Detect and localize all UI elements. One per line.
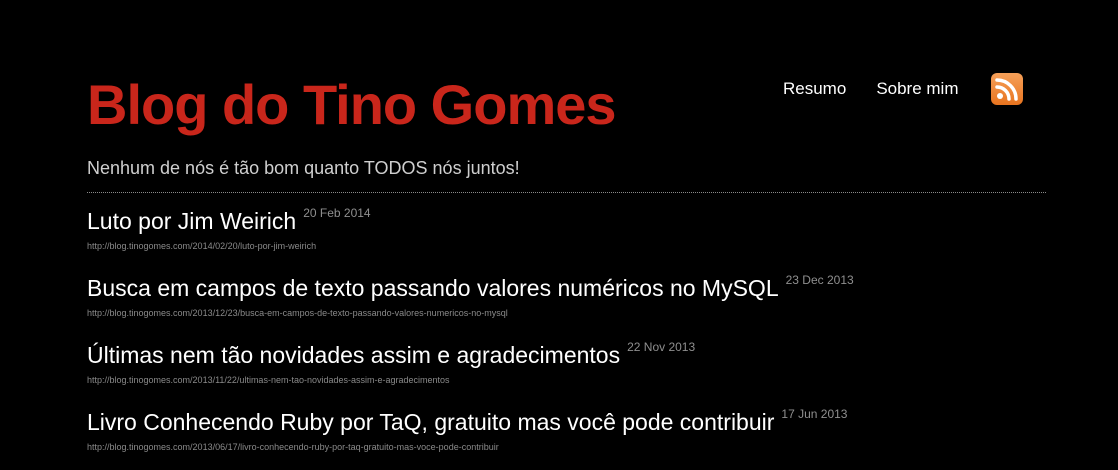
- top-nav: Resumo Sobre mim: [783, 73, 1023, 105]
- post-url: http://blog.tinogomes.com/2013/12/23/bus…: [87, 308, 508, 318]
- blog-tagline: Nenhum de nós é tão bom quanto TODOS nós…: [87, 158, 520, 178]
- list-item: Últimas nem tão novidades assim e agrade…: [87, 339, 1077, 406]
- rss-feed-icon[interactable]: [990, 73, 1023, 105]
- blog-title[interactable]: Blog do Tino Gomes: [87, 70, 617, 140]
- post-url: http://blog.tinogomes.com/2014/02/20/lut…: [87, 241, 317, 251]
- post-title-row: Últimas nem tão novidades assim e agrade…: [87, 339, 1077, 371]
- post-date: 22 Nov 2013: [627, 340, 696, 354]
- post-title-link[interactable]: Últimas nem tão novidades assim e agrade…: [87, 339, 620, 371]
- post-title-link[interactable]: Luto por Jim Weirich: [87, 205, 296, 237]
- list-item: Busca em campos de texto passando valore…: [87, 272, 1077, 339]
- post-title-link[interactable]: Livro Conhecendo Ruby por TaQ, gratuito …: [87, 406, 774, 438]
- rss-glyph: [994, 78, 1018, 101]
- post-title-row: Livro Conhecendo Ruby por TaQ, gratuito …: [87, 406, 1077, 438]
- post-list: Luto por Jim Weirich 20 Feb 2014 http://…: [87, 205, 1077, 470]
- header-divider: [87, 192, 1046, 193]
- list-item: Luto por Jim Weirich 20 Feb 2014 http://…: [87, 205, 1077, 272]
- list-item: Livro Conhecendo Ruby por TaQ, gratuito …: [87, 406, 1077, 470]
- post-title-row: Luto por Jim Weirich 20 Feb 2014: [87, 205, 1077, 237]
- post-title-row: Busca em campos de texto passando valore…: [87, 272, 1077, 304]
- nav-link-sobre-mim[interactable]: Sobre mim: [876, 73, 958, 105]
- post-date: 23 Dec 2013: [785, 273, 854, 287]
- page: Blog do Tino Gomes Resumo Sobre mim Nenh…: [0, 0, 1118, 470]
- post-date: 17 Jun 2013: [781, 407, 848, 421]
- post-url: http://blog.tinogomes.com/2013/06/17/liv…: [87, 442, 499, 452]
- post-date: 20 Feb 2014: [303, 206, 371, 220]
- post-url: http://blog.tinogomes.com/2013/11/22/ult…: [87, 375, 450, 385]
- post-title-link[interactable]: Busca em campos de texto passando valore…: [87, 272, 779, 304]
- nav-link-resumo[interactable]: Resumo: [783, 73, 846, 105]
